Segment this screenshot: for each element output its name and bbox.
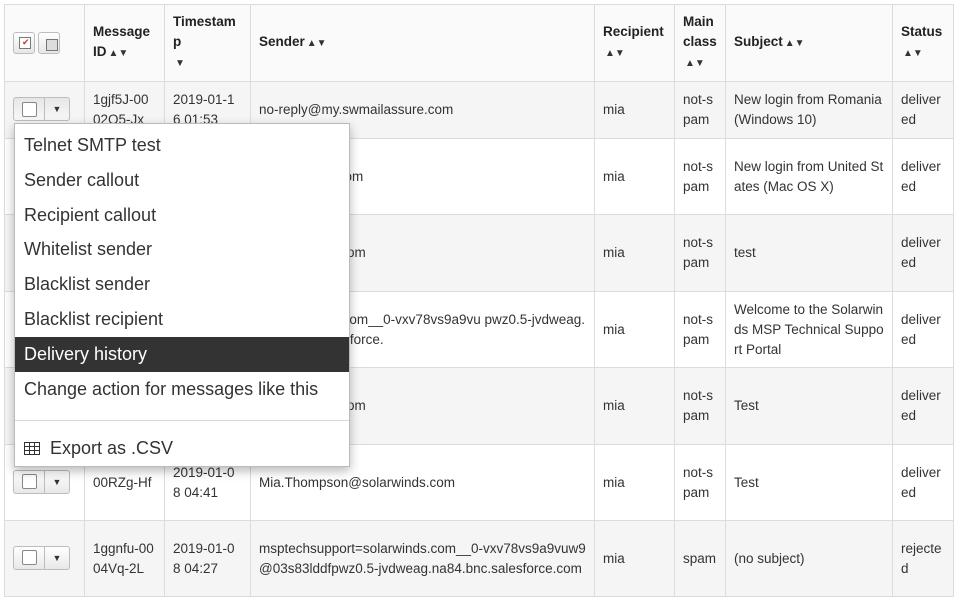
recipient-cell: mia xyxy=(594,81,675,139)
main-class-cell: not-spam xyxy=(674,367,726,445)
status-cell: delivered xyxy=(892,367,954,445)
row-checkbox[interactable] xyxy=(14,546,45,569)
status-cell: delivered xyxy=(892,291,954,368)
table-header-row: ✔ Message ID ▲▼ Timestamp ▼ Sender ▲▼ Recip… xyxy=(4,4,954,82)
sort-arrows-icon[interactable]: ▲▼ xyxy=(785,38,805,49)
subject-cell: (no subject) xyxy=(725,520,893,597)
menu-item-recipient-callout[interactable]: Recipient callout xyxy=(15,198,349,233)
main-class-cell: spam xyxy=(674,520,726,597)
menu-item-telnet-smtp-test[interactable]: Telnet SMTP test xyxy=(15,128,349,163)
recipient-cell: mia xyxy=(594,138,675,215)
deselect-icon[interactable] xyxy=(38,32,60,54)
header-select-cell: ✔ xyxy=(4,4,85,82)
subject-cell: New login from United States (Mac OS X) xyxy=(725,138,893,215)
header-subject[interactable]: Subject ▲▼ xyxy=(725,4,893,82)
table-row: ▼ 1ggnfu-0004Vq-2L 2019-01-08 04:27 mspt… xyxy=(4,520,954,597)
table-grid-icon xyxy=(24,442,40,456)
subject-cell: Welcome to the Solarwinds MSP Technical … xyxy=(725,291,893,368)
header-sender[interactable]: Sender ▲▼ xyxy=(250,4,595,82)
header-recipient[interactable]: Recipient ▲▼ xyxy=(594,4,675,82)
main-class-cell: not-spam xyxy=(674,138,726,215)
menu-item-sender-callout[interactable]: Sender callout xyxy=(15,163,349,198)
row-select-cell: ▼ xyxy=(4,520,85,597)
subject-cell: Test xyxy=(725,444,893,521)
export-csv-label: Export as .CSV xyxy=(50,438,174,459)
row-checkbox[interactable] xyxy=(14,470,45,493)
caret-down-icon[interactable]: ▼ xyxy=(45,471,69,493)
row-action-dropdown-menu: Telnet SMTP test Sender callout Recipien… xyxy=(14,123,350,467)
status-cell: rejected xyxy=(892,520,954,597)
row-action-control[interactable]: ▼ xyxy=(13,469,70,494)
menu-item-export-csv[interactable]: Export as .CSV xyxy=(15,431,349,466)
menu-item-change-action[interactable]: Change action for messages like this xyxy=(15,372,349,407)
menu-item-whitelist-sender[interactable]: Whitelist sender xyxy=(15,232,349,267)
recipient-cell: mia xyxy=(594,291,675,368)
sort-arrows-icon[interactable]: ▲▼ xyxy=(109,48,129,59)
row-action-control[interactable]: ▼ xyxy=(13,97,70,122)
main-class-cell: not-spam xyxy=(674,444,726,521)
caret-down-icon[interactable]: ▼ xyxy=(45,547,69,569)
sort-arrows-icon[interactable]: ▲▼ xyxy=(605,48,625,59)
select-all-icon[interactable]: ✔ xyxy=(13,32,35,54)
subject-cell: test xyxy=(725,214,893,292)
recipient-cell: mia xyxy=(594,444,675,521)
row-action-control[interactable]: ▼ xyxy=(13,545,70,570)
menu-divider xyxy=(15,420,349,422)
status-cell: delivered xyxy=(892,81,954,139)
sort-arrows-icon[interactable]: ▲▼ xyxy=(307,38,327,49)
timestamp-cell: 2019-01-08 04:27 xyxy=(164,520,251,597)
recipient-cell: mia xyxy=(594,520,675,597)
menu-item-delivery-history[interactable]: Delivery history xyxy=(15,336,349,372)
header-status[interactable]: Status ▲▼ xyxy=(892,4,954,82)
main-class-cell: not-spam xyxy=(674,291,726,368)
caret-down-icon[interactable]: ▼ xyxy=(45,98,69,120)
subject-cell: New login from Romania (Windows 10) xyxy=(725,81,893,139)
row-checkbox[interactable] xyxy=(14,98,45,121)
sender-cell: msptechsupport=solarwinds.com__0-vxv78vs… xyxy=(250,520,595,597)
status-cell: delivered xyxy=(892,444,954,521)
status-cell: delivered xyxy=(892,138,954,215)
sort-arrows-icon[interactable]: ▲▼ xyxy=(685,58,705,69)
menu-item-blacklist-recipient[interactable]: Blacklist recipient xyxy=(15,302,349,337)
message-id-cell: 1ggnfu-0004Vq-2L xyxy=(84,520,165,597)
header-message-id[interactable]: Message ID ▲▼ xyxy=(84,4,165,82)
header-timestamp[interactable]: Timestamp ▼ xyxy=(164,4,251,82)
header-main-class[interactable]: Main class ▲▼ xyxy=(674,4,726,82)
sort-desc-icon[interactable]: ▼ xyxy=(175,58,185,69)
main-class-cell: not-spam xyxy=(674,214,726,292)
menu-item-blacklist-sender[interactable]: Blacklist sender xyxy=(15,267,349,302)
recipient-cell: mia xyxy=(594,367,675,445)
main-class-cell: not-spam xyxy=(674,81,726,139)
subject-cell: Test xyxy=(725,367,893,445)
sort-arrows-icon[interactable]: ▲▼ xyxy=(903,48,923,59)
recipient-cell: mia xyxy=(594,214,675,292)
status-cell: delivered xyxy=(892,214,954,292)
